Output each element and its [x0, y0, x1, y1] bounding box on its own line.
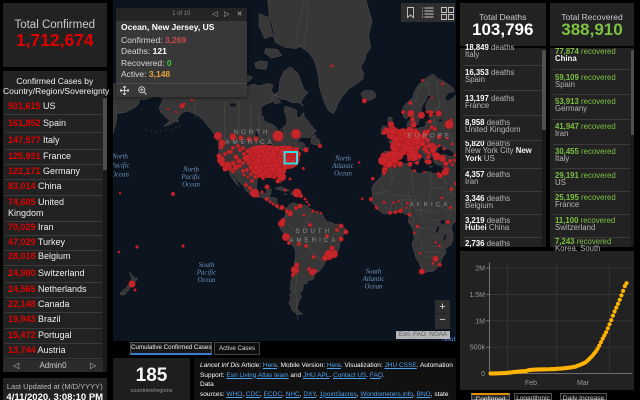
svg-text:North: North — [334, 155, 351, 162]
svg-text:Mar: Mar — [577, 380, 590, 387]
svg-text:0: 0 — [481, 371, 485, 378]
svg-text:Atlantic: Atlantic — [331, 163, 354, 170]
svg-text:South: South — [366, 268, 382, 275]
svg-text:2M: 2M — [475, 265, 485, 272]
svg-text:AMERICA: AMERICA — [289, 237, 338, 244]
svg-text:1.5M: 1.5M — [469, 291, 485, 298]
svg-text:Pacific: Pacific — [113, 162, 130, 169]
svg-text:1M: 1M — [475, 318, 485, 325]
svg-text:SOUTH: SOUTH — [295, 228, 332, 235]
svg-text:Pacific: Pacific — [180, 174, 200, 181]
svg-text:Ocean: Ocean — [182, 181, 200, 188]
svg-text:Ocean: Ocean — [334, 170, 352, 177]
svg-text:Atlantic: Atlantic — [362, 276, 385, 283]
svg-text:Ocean: Ocean — [198, 277, 216, 284]
svg-text:500k: 500k — [470, 344, 486, 351]
svg-text:Ocean: Ocean — [365, 283, 383, 290]
svg-text:Ocean: Ocean — [113, 171, 129, 178]
svg-text:North: North — [113, 153, 129, 160]
svg-text:NORTH: NORTH — [234, 129, 271, 136]
svg-text:EUROPE: EUROPE — [408, 133, 452, 140]
svg-text:South: South — [199, 262, 215, 269]
svg-text:AMERICA: AMERICA — [225, 139, 274, 146]
svg-text:Pacific: Pacific — [196, 269, 216, 276]
svg-text:North: North — [182, 166, 199, 173]
svg-text:Feb: Feb — [525, 380, 537, 387]
svg-text:AFRICA: AFRICA — [410, 202, 451, 209]
